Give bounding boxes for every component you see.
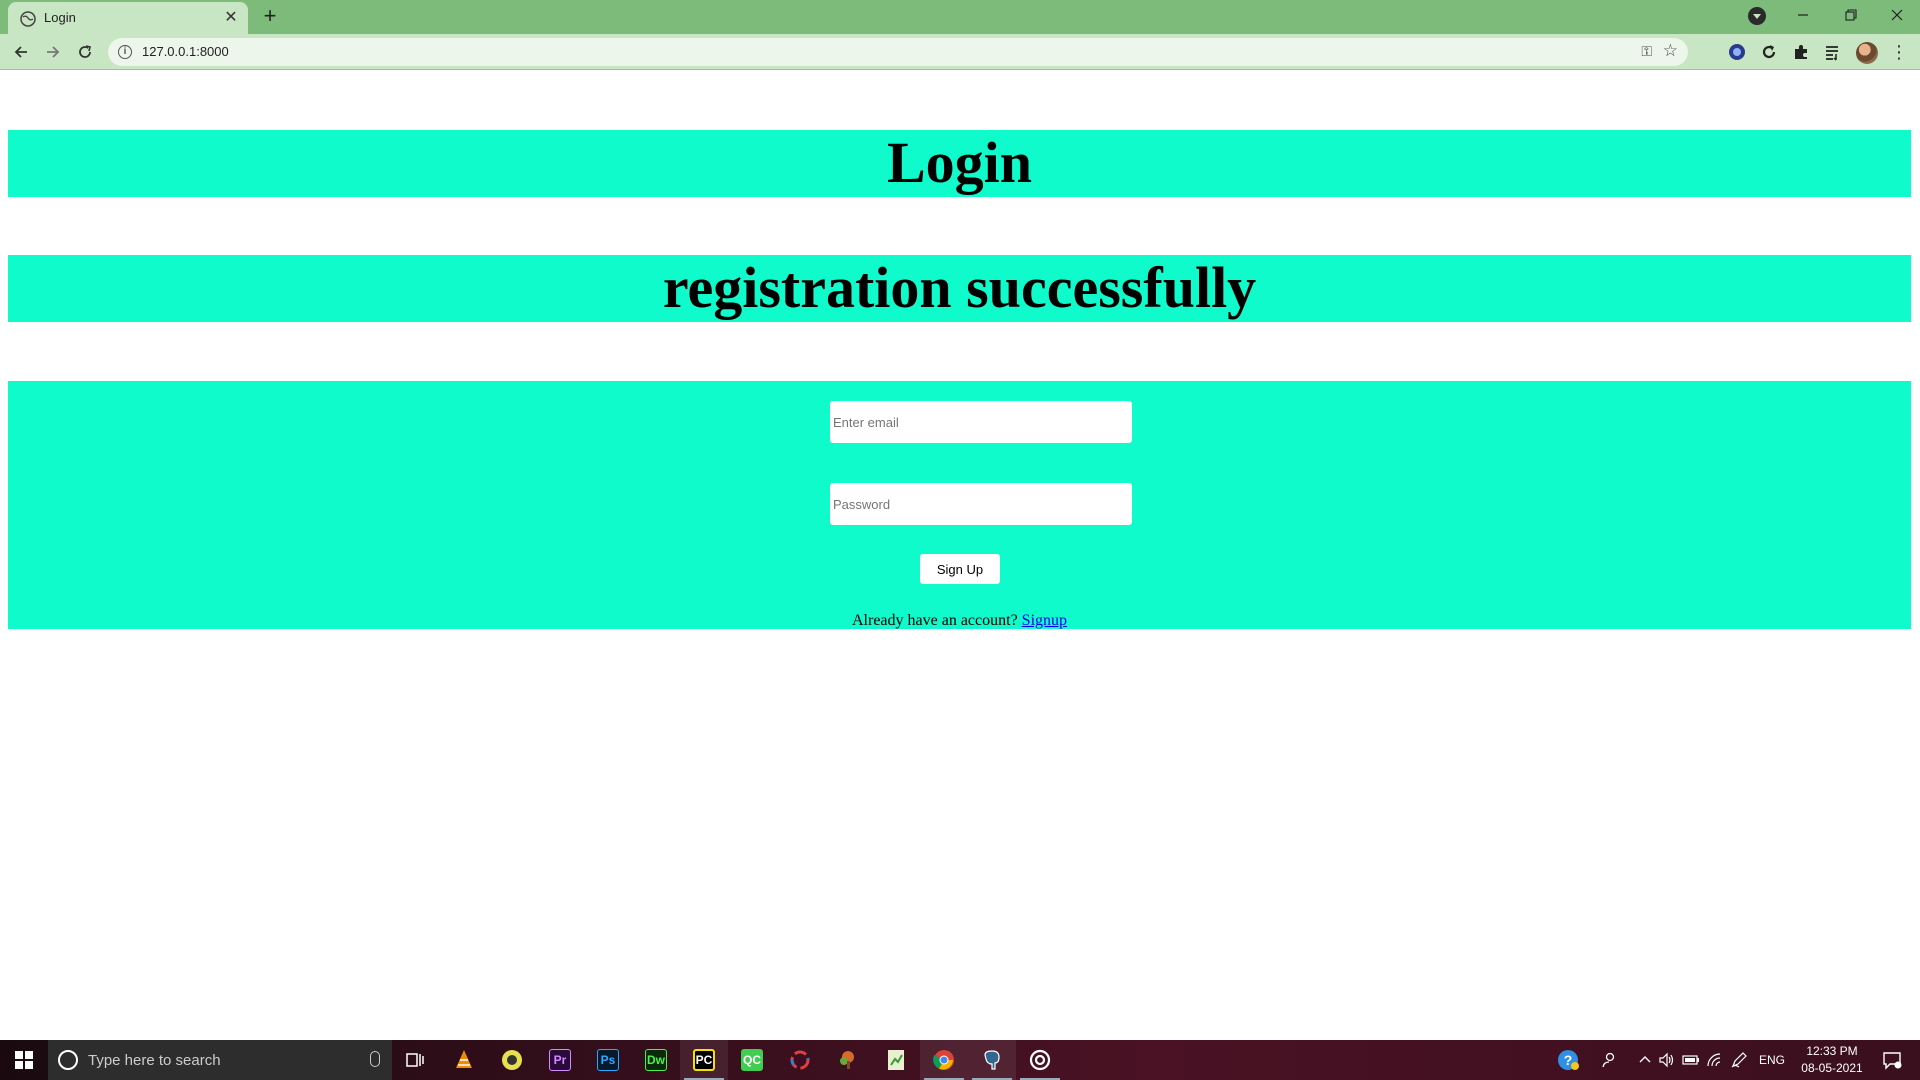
url-text: 127.0.0.1:8000 xyxy=(142,44,229,59)
browser-menu-icon[interactable]: ⋮ xyxy=(1890,42,1908,62)
taskbar-search-placeholder: Type here to search xyxy=(88,1052,221,1069)
vlc-cone-icon xyxy=(456,1050,472,1068)
cortana-icon xyxy=(58,1050,78,1070)
tray-battery[interactable] xyxy=(1680,1040,1702,1080)
tree-app-icon xyxy=(840,1051,854,1069)
page-title: Login xyxy=(8,130,1911,197)
clock-time: 12:33 PM xyxy=(1806,1044,1858,1058)
chevron-up-icon xyxy=(1639,1056,1651,1063)
extension-sync-icon[interactable] xyxy=(1759,42,1779,62)
windows-logo-icon xyxy=(15,1051,33,1069)
arrow-left-icon xyxy=(14,46,27,58)
battery-icon xyxy=(1682,1055,1699,1065)
notification-center-button[interactable] xyxy=(1874,1040,1910,1080)
photoshop-icon: Ps xyxy=(597,1049,619,1071)
globe-icon xyxy=(20,11,36,27)
email-field[interactable] xyxy=(830,401,1132,443)
reading-list-icon[interactable] xyxy=(1823,42,1843,62)
tab-search-icon[interactable] xyxy=(1748,7,1766,25)
clock-date: 08-05-2021 xyxy=(1801,1061,1863,1075)
dreamweaver-icon: Dw xyxy=(645,1049,667,1071)
taskbar-app-doc[interactable] xyxy=(872,1040,920,1080)
password-field[interactable] xyxy=(830,483,1132,525)
taskbar-clock[interactable]: 12:33 PM 08-05-2021 xyxy=(1796,1043,1868,1077)
key-icon[interactable]: ⚿ xyxy=(1641,43,1652,60)
people-icon xyxy=(1602,1052,1615,1068)
success-message: registration successfully xyxy=(8,255,1911,322)
svg-text:?: ? xyxy=(1564,1052,1573,1068)
ring-app-icon xyxy=(790,1050,810,1070)
taskbar-premiere[interactable]: Pr xyxy=(536,1040,584,1080)
tray-wifi[interactable] xyxy=(1704,1040,1726,1080)
minimize-icon xyxy=(1798,14,1808,16)
taskbar-dreamweaver[interactable]: Dw xyxy=(632,1040,680,1080)
taskbar-photoshop[interactable]: Ps xyxy=(584,1040,632,1080)
qt-creator-icon: QC xyxy=(741,1049,763,1071)
browser-tab-strip: Login ✕ + xyxy=(0,0,1920,34)
windows-taskbar: Type here to search Pr Ps Dw PC QC ? ENG… xyxy=(0,1040,1920,1080)
taskbar-app-circle[interactable] xyxy=(1016,1040,1064,1080)
taskbar-app-ring[interactable] xyxy=(776,1040,824,1080)
taskbar-qt-creator[interactable]: QC xyxy=(728,1040,776,1080)
premiere-pro-icon: Pr xyxy=(549,1049,571,1071)
signup-link[interactable]: Signup xyxy=(1022,612,1067,629)
minimize-button[interactable] xyxy=(1780,0,1826,30)
wifi-icon xyxy=(1707,1053,1721,1067)
close-icon xyxy=(1891,9,1903,21)
extension-blue-icon[interactable] xyxy=(1727,42,1747,62)
page-content: Login registration successfully Sign Up … xyxy=(0,71,1920,1040)
tray-volume[interactable] xyxy=(1656,1040,1678,1080)
taskbar-app-tree[interactable] xyxy=(824,1040,872,1080)
account-prompt-text: Already have an account? xyxy=(851,612,1018,629)
login-form: Sign Up Already have an account? Signup xyxy=(8,381,1911,629)
taskbar-app-yellow[interactable] xyxy=(488,1040,536,1080)
pycharm-icon: PC xyxy=(693,1049,715,1071)
tab-title: Login xyxy=(44,10,76,25)
new-tab-button[interactable]: + xyxy=(258,5,282,29)
tray-people[interactable] xyxy=(1594,1040,1624,1080)
browser-tab[interactable]: Login ✕ xyxy=(8,2,248,34)
microphone-icon[interactable] xyxy=(370,1051,380,1067)
address-bar[interactable]: i 127.0.0.1:8000 ⚿ ☆ xyxy=(108,38,1688,66)
help-icon: ? xyxy=(1558,1050,1579,1070)
notification-icon xyxy=(1883,1052,1902,1070)
taskbar-vlc[interactable] xyxy=(440,1040,488,1080)
yellow-circle-app-icon xyxy=(502,1050,522,1070)
task-view-icon xyxy=(406,1053,424,1067)
tray-help[interactable]: ? xyxy=(1552,1040,1584,1080)
forward-button[interactable] xyxy=(41,40,65,64)
tray-language[interactable]: ENG xyxy=(1752,1040,1792,1080)
green-document-icon xyxy=(888,1050,904,1070)
target-circle-icon xyxy=(1029,1049,1051,1071)
back-button[interactable] xyxy=(9,40,33,64)
task-view-button[interactable] xyxy=(392,1040,440,1080)
pen-icon xyxy=(1731,1052,1747,1068)
taskbar-pycharm[interactable]: PC xyxy=(680,1040,728,1080)
taskbar-postgresql[interactable] xyxy=(968,1040,1016,1080)
chrome-icon xyxy=(933,1050,954,1070)
account-prompt: Already have an account? Signup xyxy=(8,612,1911,630)
restore-icon xyxy=(1845,9,1857,21)
speaker-icon xyxy=(1659,1052,1674,1068)
taskbar-chrome[interactable] xyxy=(920,1040,968,1080)
arrow-right-icon xyxy=(47,46,60,58)
bookmark-star-icon[interactable]: ☆ xyxy=(1663,41,1678,61)
tray-pen[interactable] xyxy=(1728,1040,1750,1080)
profile-avatar[interactable] xyxy=(1856,42,1878,64)
tray-overflow-chevron[interactable] xyxy=(1634,1040,1656,1080)
close-window-button[interactable] xyxy=(1874,0,1920,30)
start-button[interactable] xyxy=(0,1040,48,1080)
taskbar-search[interactable]: Type here to search xyxy=(48,1040,392,1080)
site-info-icon[interactable]: i xyxy=(118,45,132,59)
reload-icon xyxy=(79,45,91,58)
postgresql-elephant-icon xyxy=(984,1050,1000,1070)
extensions-puzzle-icon[interactable] xyxy=(1791,42,1811,62)
close-tab-icon[interactable]: ✕ xyxy=(222,9,240,27)
reload-button[interactable] xyxy=(73,40,97,64)
restore-button[interactable] xyxy=(1828,0,1874,30)
sign-up-button[interactable]: Sign Up xyxy=(920,554,1000,584)
browser-toolbar: i 127.0.0.1:8000 ⚿ ☆ ⋮ xyxy=(0,34,1920,70)
